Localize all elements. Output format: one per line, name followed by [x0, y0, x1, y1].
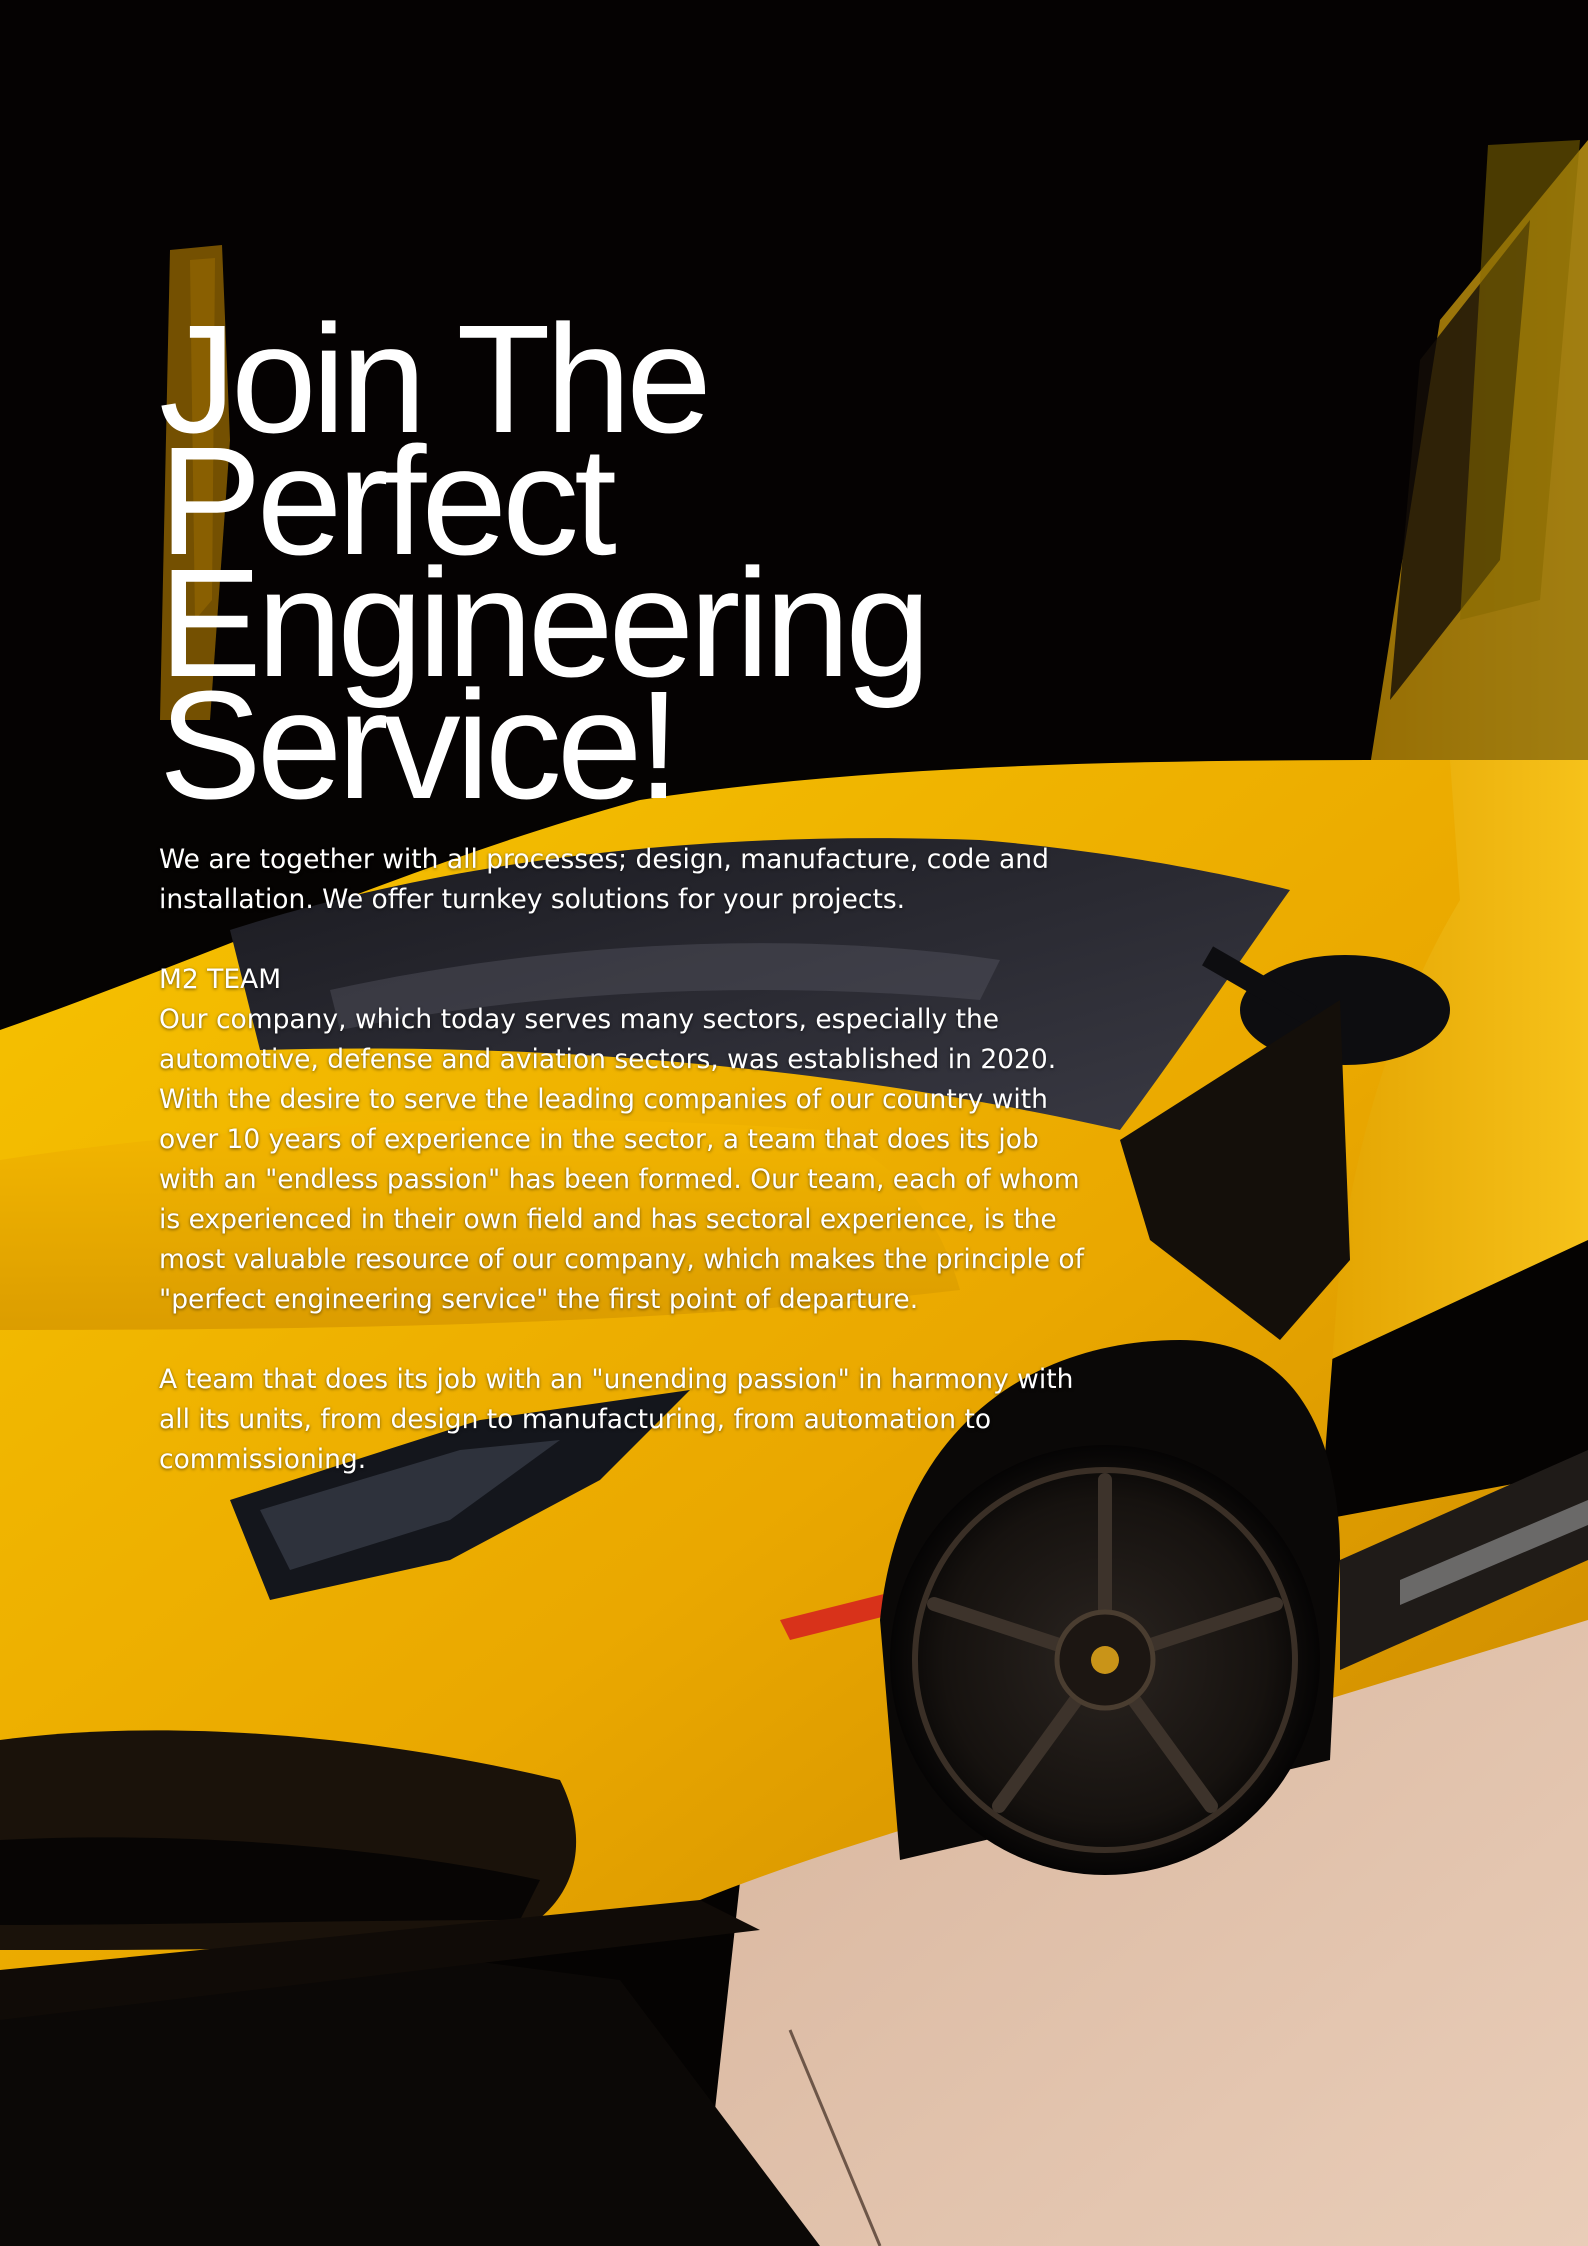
poster-page: Join The Perfect Engineering Service! We… — [0, 0, 1588, 2246]
headline: Join The Perfect Engineering Service! — [159, 293, 1099, 831]
closing-paragraph: A team that does its job with an "unendi… — [159, 1364, 1074, 1475]
wheel-badge — [1091, 1646, 1119, 1674]
headline-line-1: Join The Perfect — [159, 293, 712, 587]
headline-line-3: Service! — [159, 659, 680, 831]
team-heading: M2 TEAM — [159, 964, 282, 995]
text-content: Join The Perfect Engineering Service! We… — [159, 293, 1099, 1480]
intro-paragraph: We are together with all processes; desi… — [159, 844, 1049, 915]
team-paragraph: Our company, which today serves many sec… — [159, 1004, 1084, 1315]
